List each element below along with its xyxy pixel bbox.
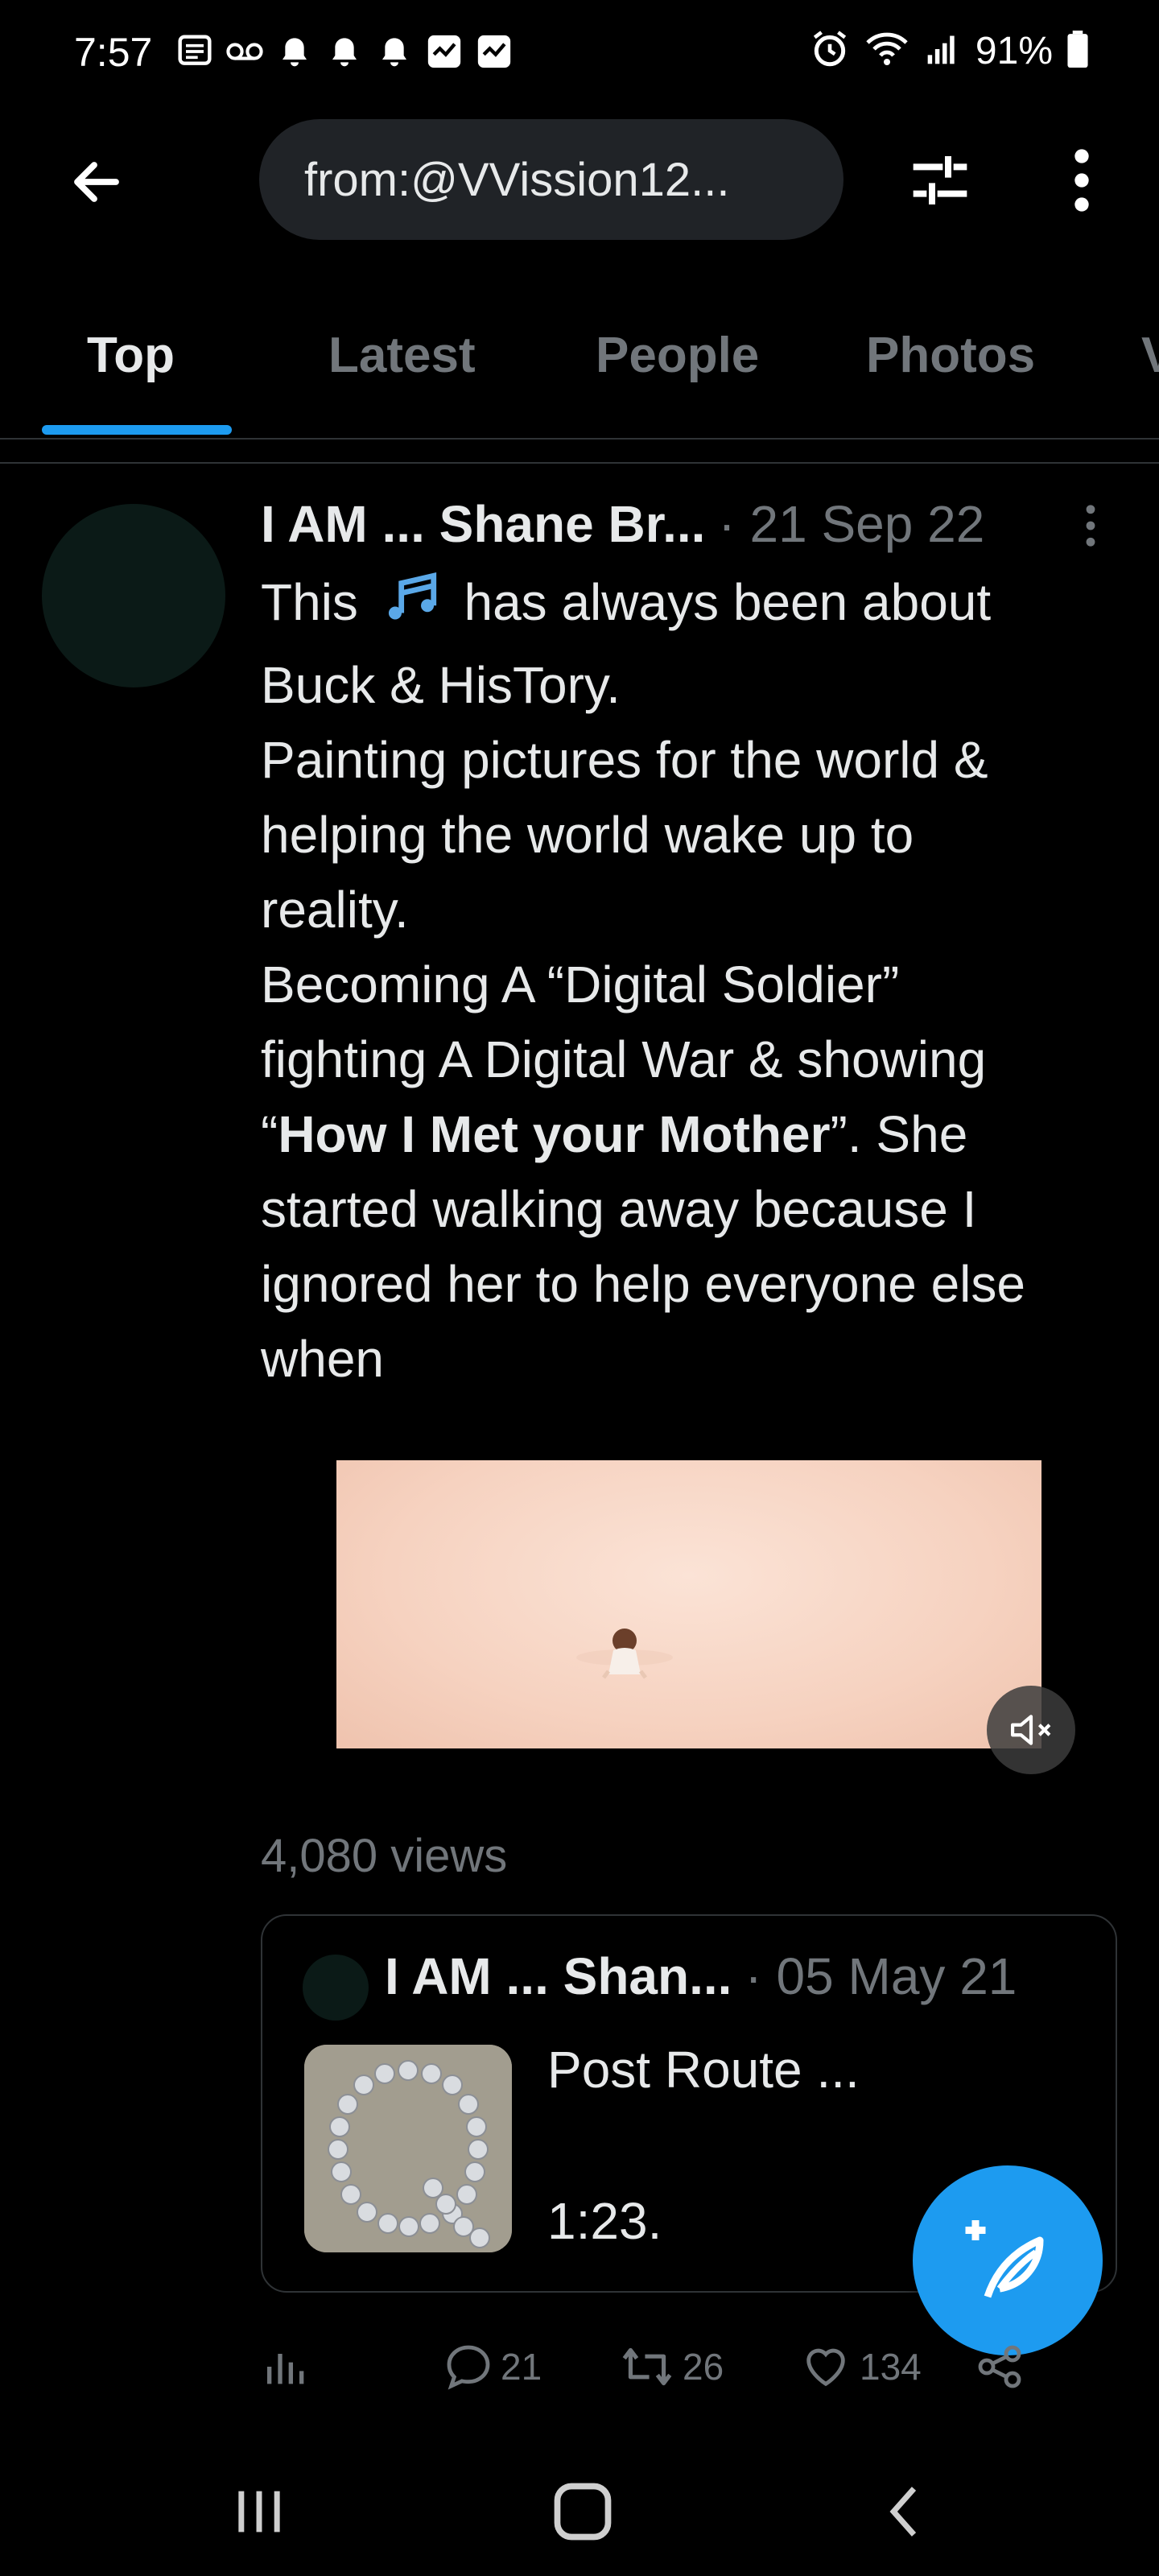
recent-apps-button[interactable] (211, 2463, 307, 2560)
tweet-line: Buck & HisTory. (261, 656, 621, 714)
tab-top[interactable]: Top (87, 327, 175, 384)
tweet-line: started walking away because I (261, 1180, 977, 1238)
quoted-author-name: I AM ... Shan... (385, 1947, 732, 2005)
tab-people[interactable]: People (596, 327, 759, 384)
retweet-button[interactable]: 26 (618, 2326, 724, 2407)
tab-videos[interactable]: V (1141, 327, 1159, 384)
like-button[interactable]: 134 (798, 2326, 922, 2407)
comment-icon (447, 2345, 490, 2390)
bar-chart-icon (267, 2354, 304, 2384)
tweet-text-part: has always been about (449, 573, 992, 631)
filter-button[interactable] (901, 142, 979, 219)
author-name[interactable]: I AM ... Shane Br... (261, 494, 705, 554)
tweet-divider (0, 462, 1159, 464)
system-status: 91% (810, 29, 1088, 73)
video-frame-figure (576, 1629, 673, 1679)
analytics-button[interactable] (261, 2326, 312, 2407)
tweet-header: I AM ... Shane Br... · 21 Sep 22 (261, 494, 984, 559)
video-player[interactable] (336, 1460, 1041, 1748)
message-icon (175, 32, 214, 71)
reply-count: 21 (501, 2346, 542, 2388)
music-notes-icon (379, 568, 443, 648)
tweet-line: helping the world wake up to (261, 806, 914, 864)
tweet-line: Painting pictures for the world & (261, 731, 988, 789)
tab-latest[interactable]: Latest (328, 327, 476, 384)
tweet-line: when (261, 1330, 384, 1388)
tweet-line: reality. (261, 881, 409, 939)
more-vertical-icon (1074, 149, 1089, 212)
bell-icon (325, 32, 364, 71)
system-back-button[interactable] (858, 2463, 955, 2560)
tabs-divider (0, 438, 1159, 440)
retweet-icon (622, 2347, 672, 2386)
heart-icon (806, 2348, 845, 2387)
status-bar: 7:57 91% (0, 0, 1159, 105)
bell-icon (275, 32, 314, 71)
tweet-line: Becoming A “Digital Soldier” (261, 956, 900, 1013)
share-icon (978, 2345, 1021, 2388)
reply-button[interactable]: 21 (443, 2326, 542, 2407)
search-tabs: Top Latest People Photos V (0, 298, 1159, 435)
app-screen: 7:57 91% from:@VVission12... Top Latest … (0, 0, 1159, 2576)
chevron-left-icon (889, 2487, 917, 2537)
tweet-text-part: ”. She (830, 1105, 968, 1163)
search-input[interactable]: from:@VVission12... (259, 119, 843, 240)
arrow-left-icon (74, 162, 119, 202)
tweet-text-part: This (261, 573, 373, 631)
tweet-date: · 21 Sep 22 (718, 495, 985, 553)
wifi-icon (864, 30, 909, 72)
sliders-icon (913, 156, 967, 204)
battery-percentage: 91% (975, 30, 1053, 72)
tweet-line: ignored her to help everyone else (261, 1255, 1025, 1313)
tweet-line: This has always been about (261, 565, 1114, 648)
bell-icon (375, 32, 414, 71)
notification-icons (175, 32, 514, 71)
home-square-icon (554, 2483, 612, 2541)
system-navigation-bar (0, 2447, 1159, 2576)
views-count: 4,080 views (261, 1830, 508, 1882)
home-button[interactable] (534, 2463, 631, 2560)
tweet-text-part: “ (261, 1105, 278, 1163)
tweet-more-button[interactable] (1070, 497, 1111, 554)
tab-photos[interactable]: Photos (866, 327, 1035, 384)
coins-letter-image (304, 2045, 512, 2252)
tweet-actions: 21 26 134 (261, 2326, 1114, 2407)
quoted-tweet-date: · 05 May 21 (744, 1947, 1017, 2005)
quoted-tweet-header: I AM ... Shan... · 05 May 21 (385, 1946, 1017, 2006)
signal-icon (924, 31, 961, 71)
more-vertical-icon (1086, 505, 1095, 547)
tweet-text: This has always been about Buck & HisTor… (261, 565, 1114, 1397)
status-time: 7:57 (74, 30, 153, 75)
quoted-tweet-thumbnail (304, 2045, 512, 2252)
search-query-text: from:@VVission12... (304, 153, 730, 206)
alarm-icon (810, 29, 850, 73)
quoted-tweet-text: Post Route ... 1:23. (547, 2041, 860, 2250)
tweet-line: “How I Met your Mother”. She (261, 1097, 1114, 1172)
recent-apps-icon (238, 2491, 280, 2533)
like-count: 134 (860, 2346, 922, 2388)
volume-muted-icon (1011, 1715, 1051, 1745)
battery-icon (1067, 31, 1088, 72)
active-tab-indicator (42, 425, 232, 435)
back-button[interactable] (58, 143, 135, 221)
retweet-count: 26 (683, 2346, 724, 2388)
feather-plus-icon (965, 2220, 1044, 2298)
mute-button[interactable] (987, 1686, 1075, 1774)
voicemail-icon (225, 32, 264, 71)
tweet-bold-text: How I Met your Mother (278, 1105, 831, 1163)
check-app-icon (425, 32, 464, 71)
more-options-button[interactable] (1043, 142, 1120, 219)
avatar[interactable] (42, 504, 225, 687)
tweet-line: fighting A Digital War & showing (261, 1030, 987, 1088)
avatar (303, 1955, 369, 2021)
check-app-icon (475, 32, 514, 71)
share-button[interactable] (974, 2326, 1025, 2407)
